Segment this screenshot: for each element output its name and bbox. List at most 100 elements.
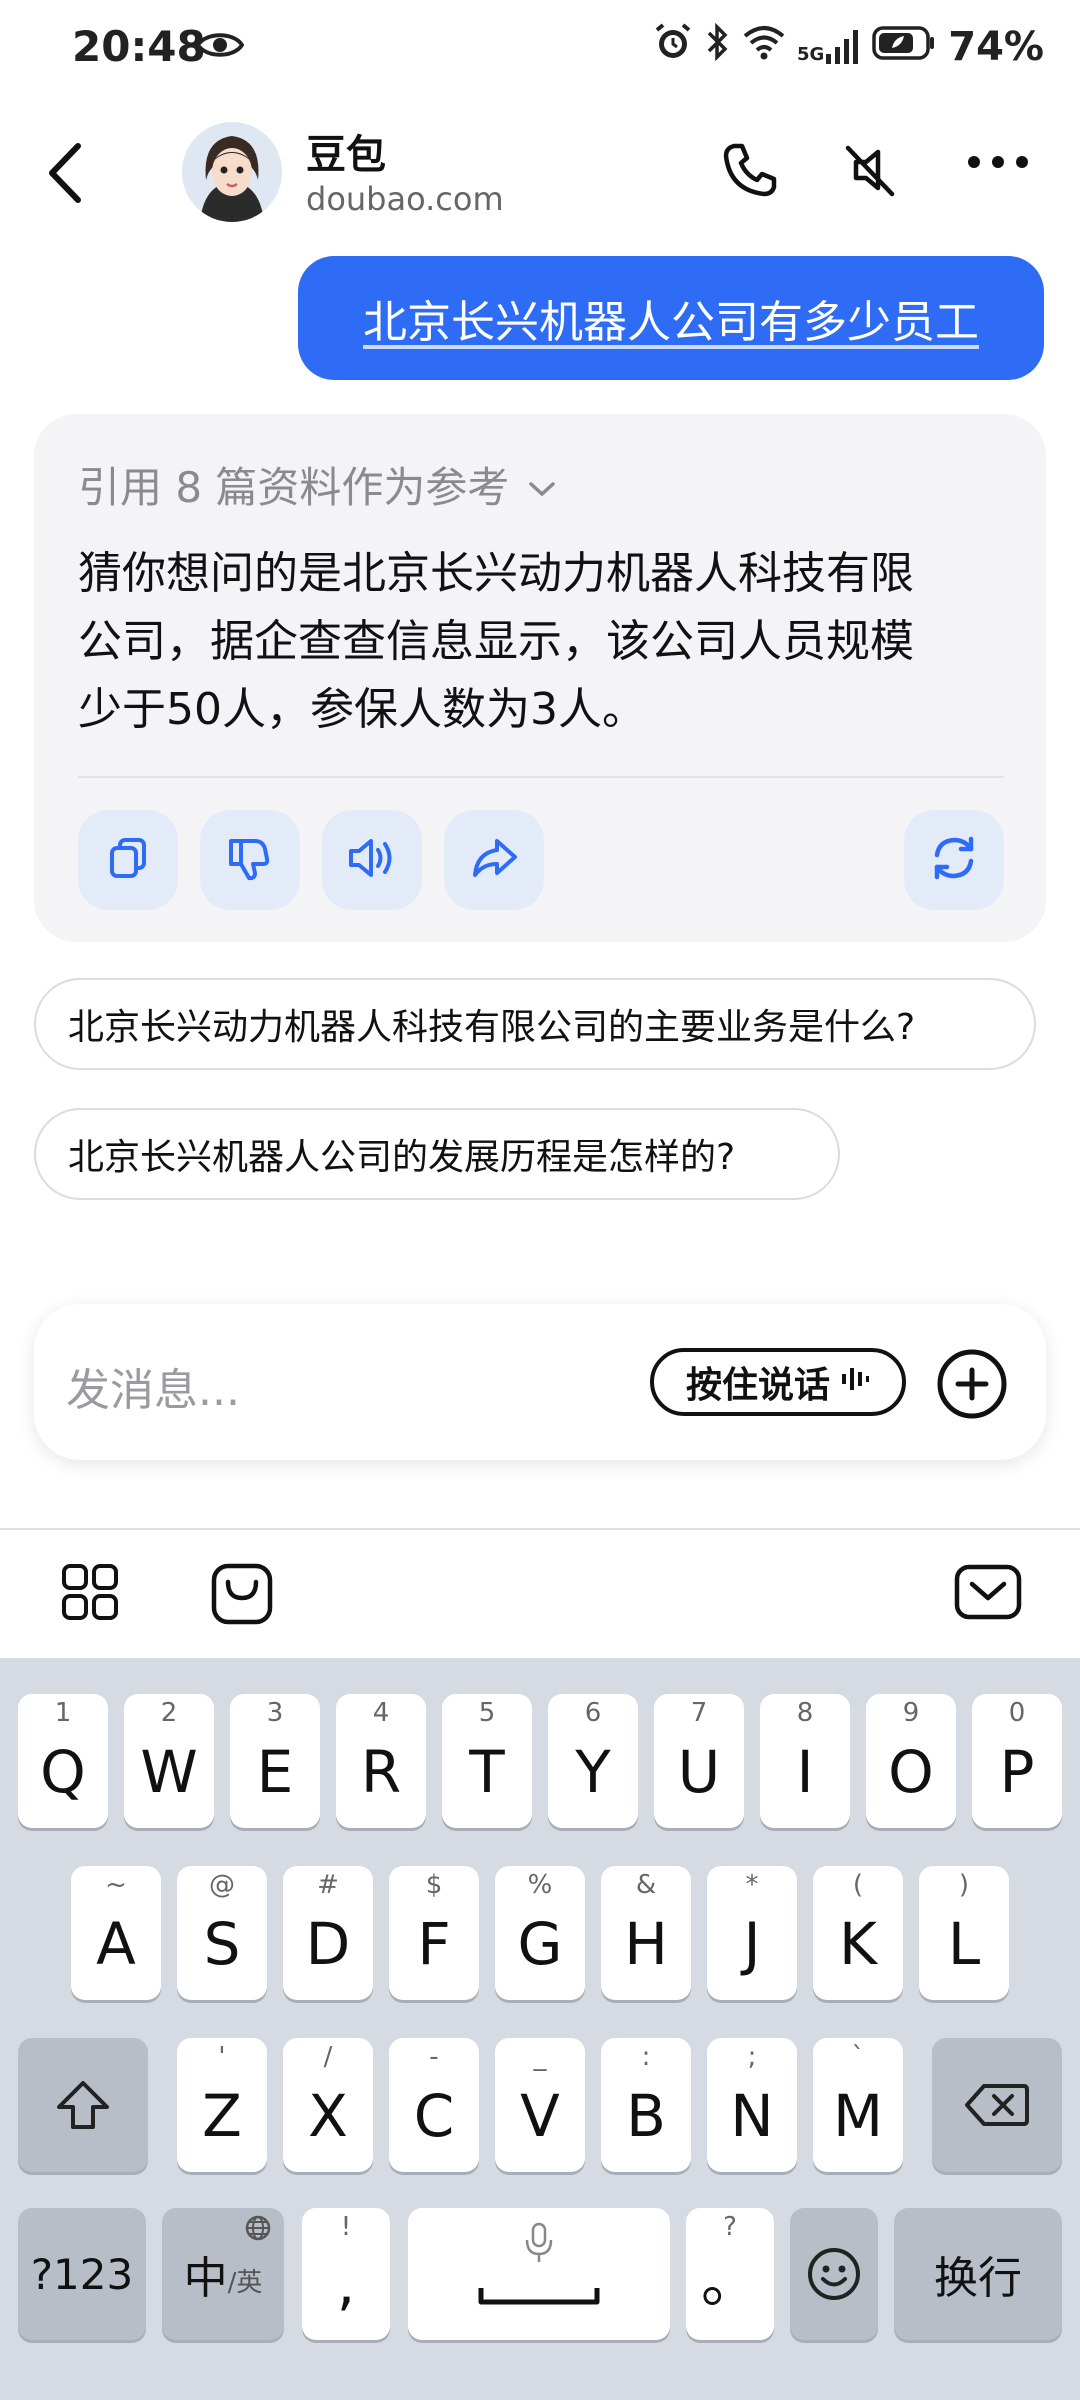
avatar[interactable] [182, 122, 282, 222]
key-label: C [413, 2082, 455, 2150]
key-hint: ` [851, 2042, 865, 2072]
key-w[interactable]: 2W [124, 1694, 214, 1828]
key-l[interactable]: ) L [919, 1866, 1009, 2000]
speaker-off-icon[interactable] [840, 140, 900, 204]
key-k[interactable]: (K [813, 1866, 903, 2000]
space-key[interactable] [408, 2208, 670, 2340]
key-y[interactable]: 6Y [548, 1694, 638, 1828]
key-s[interactable]: @ S [177, 1866, 267, 2000]
key-h[interactable]: & H [601, 1866, 691, 2000]
key-v[interactable]: _ V [495, 2038, 585, 2172]
key-j[interactable]: * J [707, 1866, 797, 2000]
period-key[interactable]: ?。 [686, 2208, 774, 2340]
key-f[interactable]: $ F [389, 1866, 479, 2000]
phone-icon[interactable] [720, 140, 780, 204]
answer-line: 少于50人，参保人数为3人。 [78, 684, 646, 735]
space-bar-icon [408, 2286, 670, 2312]
voice-wave-icon [840, 1362, 870, 1403]
key-hint: * [745, 1870, 759, 1900]
microphone-icon [408, 2222, 670, 2268]
key-label: Z [202, 2082, 242, 2150]
key-label: U [677, 1738, 721, 1806]
reference-label: 引用 8 篇资料作为参考 [78, 463, 510, 512]
hide-keyboard-icon[interactable] [954, 1564, 1022, 1624]
key-q[interactable]: 1Q [18, 1694, 108, 1828]
suggestion-text: 北京长兴动力机器人科技有限公司的主要业务是什么? [68, 1007, 916, 1048]
key-a[interactable]: ~ A [71, 1866, 161, 2000]
comma-key[interactable]: !, [302, 2208, 390, 2340]
shift-key[interactable] [18, 2038, 148, 2172]
refresh-icon [927, 831, 981, 889]
key-label: R [360, 1738, 402, 1806]
smiley-icon [790, 2208, 878, 2340]
key-c[interactable]: -C [389, 2038, 479, 2172]
key-x[interactable]: / X [283, 2038, 373, 2172]
suggestion-text: 北京长兴机器人公司的发展历程是怎样的? [68, 1137, 736, 1178]
key-t[interactable]: 5T [442, 1694, 532, 1828]
back-icon[interactable] [40, 140, 90, 210]
share-button[interactable] [444, 810, 544, 910]
key-label: X [308, 2082, 348, 2150]
emoji-key[interactable] [790, 2208, 878, 2340]
key-label: P [999, 1738, 1035, 1806]
user-message-bubble[interactable]: 北京长兴机器人公司有多少员工 [298, 256, 1044, 380]
speak-button[interactable] [322, 810, 422, 910]
contact-subtitle: doubao.com [306, 180, 504, 218]
answer-line: 猜你想问的是北京长兴动力机器人科技有限 [78, 548, 914, 599]
clipboard-bag-icon[interactable] [210, 1562, 274, 1630]
key-hint: ; [747, 2042, 757, 2072]
key-hint: ) [958, 1870, 970, 1900]
reference-toggle[interactable]: 引用 8 篇资料作为参考 [78, 454, 557, 515]
key-i[interactable]: 8I [760, 1694, 850, 1828]
key-hint: _ [533, 2042, 547, 2072]
key-label: Q [40, 1738, 86, 1806]
eye-icon [195, 28, 245, 66]
add-icon[interactable] [936, 1348, 1008, 1424]
key-hint: ~ [105, 1870, 127, 1900]
regenerate-button[interactable] [904, 810, 1004, 910]
backspace-key[interactable] [932, 2038, 1062, 2172]
key-u[interactable]: 7U [654, 1694, 744, 1828]
answer-line: 公司，据企查查信息显示，该公司人员规模 [78, 616, 914, 667]
contact-name: 豆包 [306, 132, 386, 178]
enter-key[interactable]: 换行 [894, 2208, 1062, 2340]
symbols-key[interactable]: ?123 [18, 2208, 146, 2340]
answer-text: 猜你想问的是北京长兴动力机器人科技有限 公司，据企查查信息显示，该公司人员规模 … [78, 540, 1018, 744]
key-n[interactable]: ; N [707, 2038, 797, 2172]
suggestion-chip[interactable]: 北京长兴动力机器人科技有限公司的主要业务是什么? [34, 978, 1036, 1070]
key-hint: 2 [160, 1698, 178, 1728]
key-label: I [796, 1738, 814, 1806]
key-hint: 7 [690, 1698, 708, 1728]
shift-icon [18, 2038, 148, 2172]
key-d[interactable]: # D [283, 1866, 373, 2000]
key-hint: % [527, 1870, 553, 1900]
language-switch-key[interactable]: 中/英 [162, 2208, 284, 2340]
key-label: A [96, 1910, 136, 1978]
key-p[interactable]: 0P [972, 1694, 1062, 1828]
key-b[interactable]: :B [601, 2038, 691, 2172]
language-key-label: 中/英 [162, 2208, 284, 2340]
more-dots-icon[interactable] [966, 152, 1030, 176]
key-m[interactable]: ` M [813, 2038, 903, 2172]
suggestion-chip[interactable]: 北京长兴机器人公司的发展历程是怎样的? [34, 1108, 840, 1200]
key-z[interactable]: ' Z [177, 2038, 267, 2172]
key-hint: 5 [478, 1698, 496, 1728]
hold-to-talk-button[interactable]: 按住说话 [650, 1348, 906, 1416]
dislike-button[interactable] [200, 810, 300, 910]
key-hint: : [641, 2042, 651, 2072]
key-e[interactable]: 3E [230, 1694, 320, 1828]
key-hint: 1 [54, 1698, 72, 1728]
key-hint: ! [340, 2212, 352, 2242]
key-g[interactable]: % G [495, 1866, 585, 2000]
key-hint: 0 [1008, 1698, 1026, 1728]
cell-signal-icon: 5G [797, 30, 860, 64]
key-hint: 3 [266, 1698, 284, 1728]
message-input[interactable]: 发消息... [66, 1354, 240, 1418]
key-hint: ' [218, 2042, 226, 2072]
key-r[interactable]: 4R [336, 1694, 426, 1828]
key-o[interactable]: 9O [866, 1694, 956, 1828]
copy-button[interactable] [78, 810, 178, 910]
apps-grid-icon[interactable] [60, 1562, 120, 1626]
share-arrow-icon [469, 833, 519, 887]
key-label: V [520, 2082, 560, 2150]
